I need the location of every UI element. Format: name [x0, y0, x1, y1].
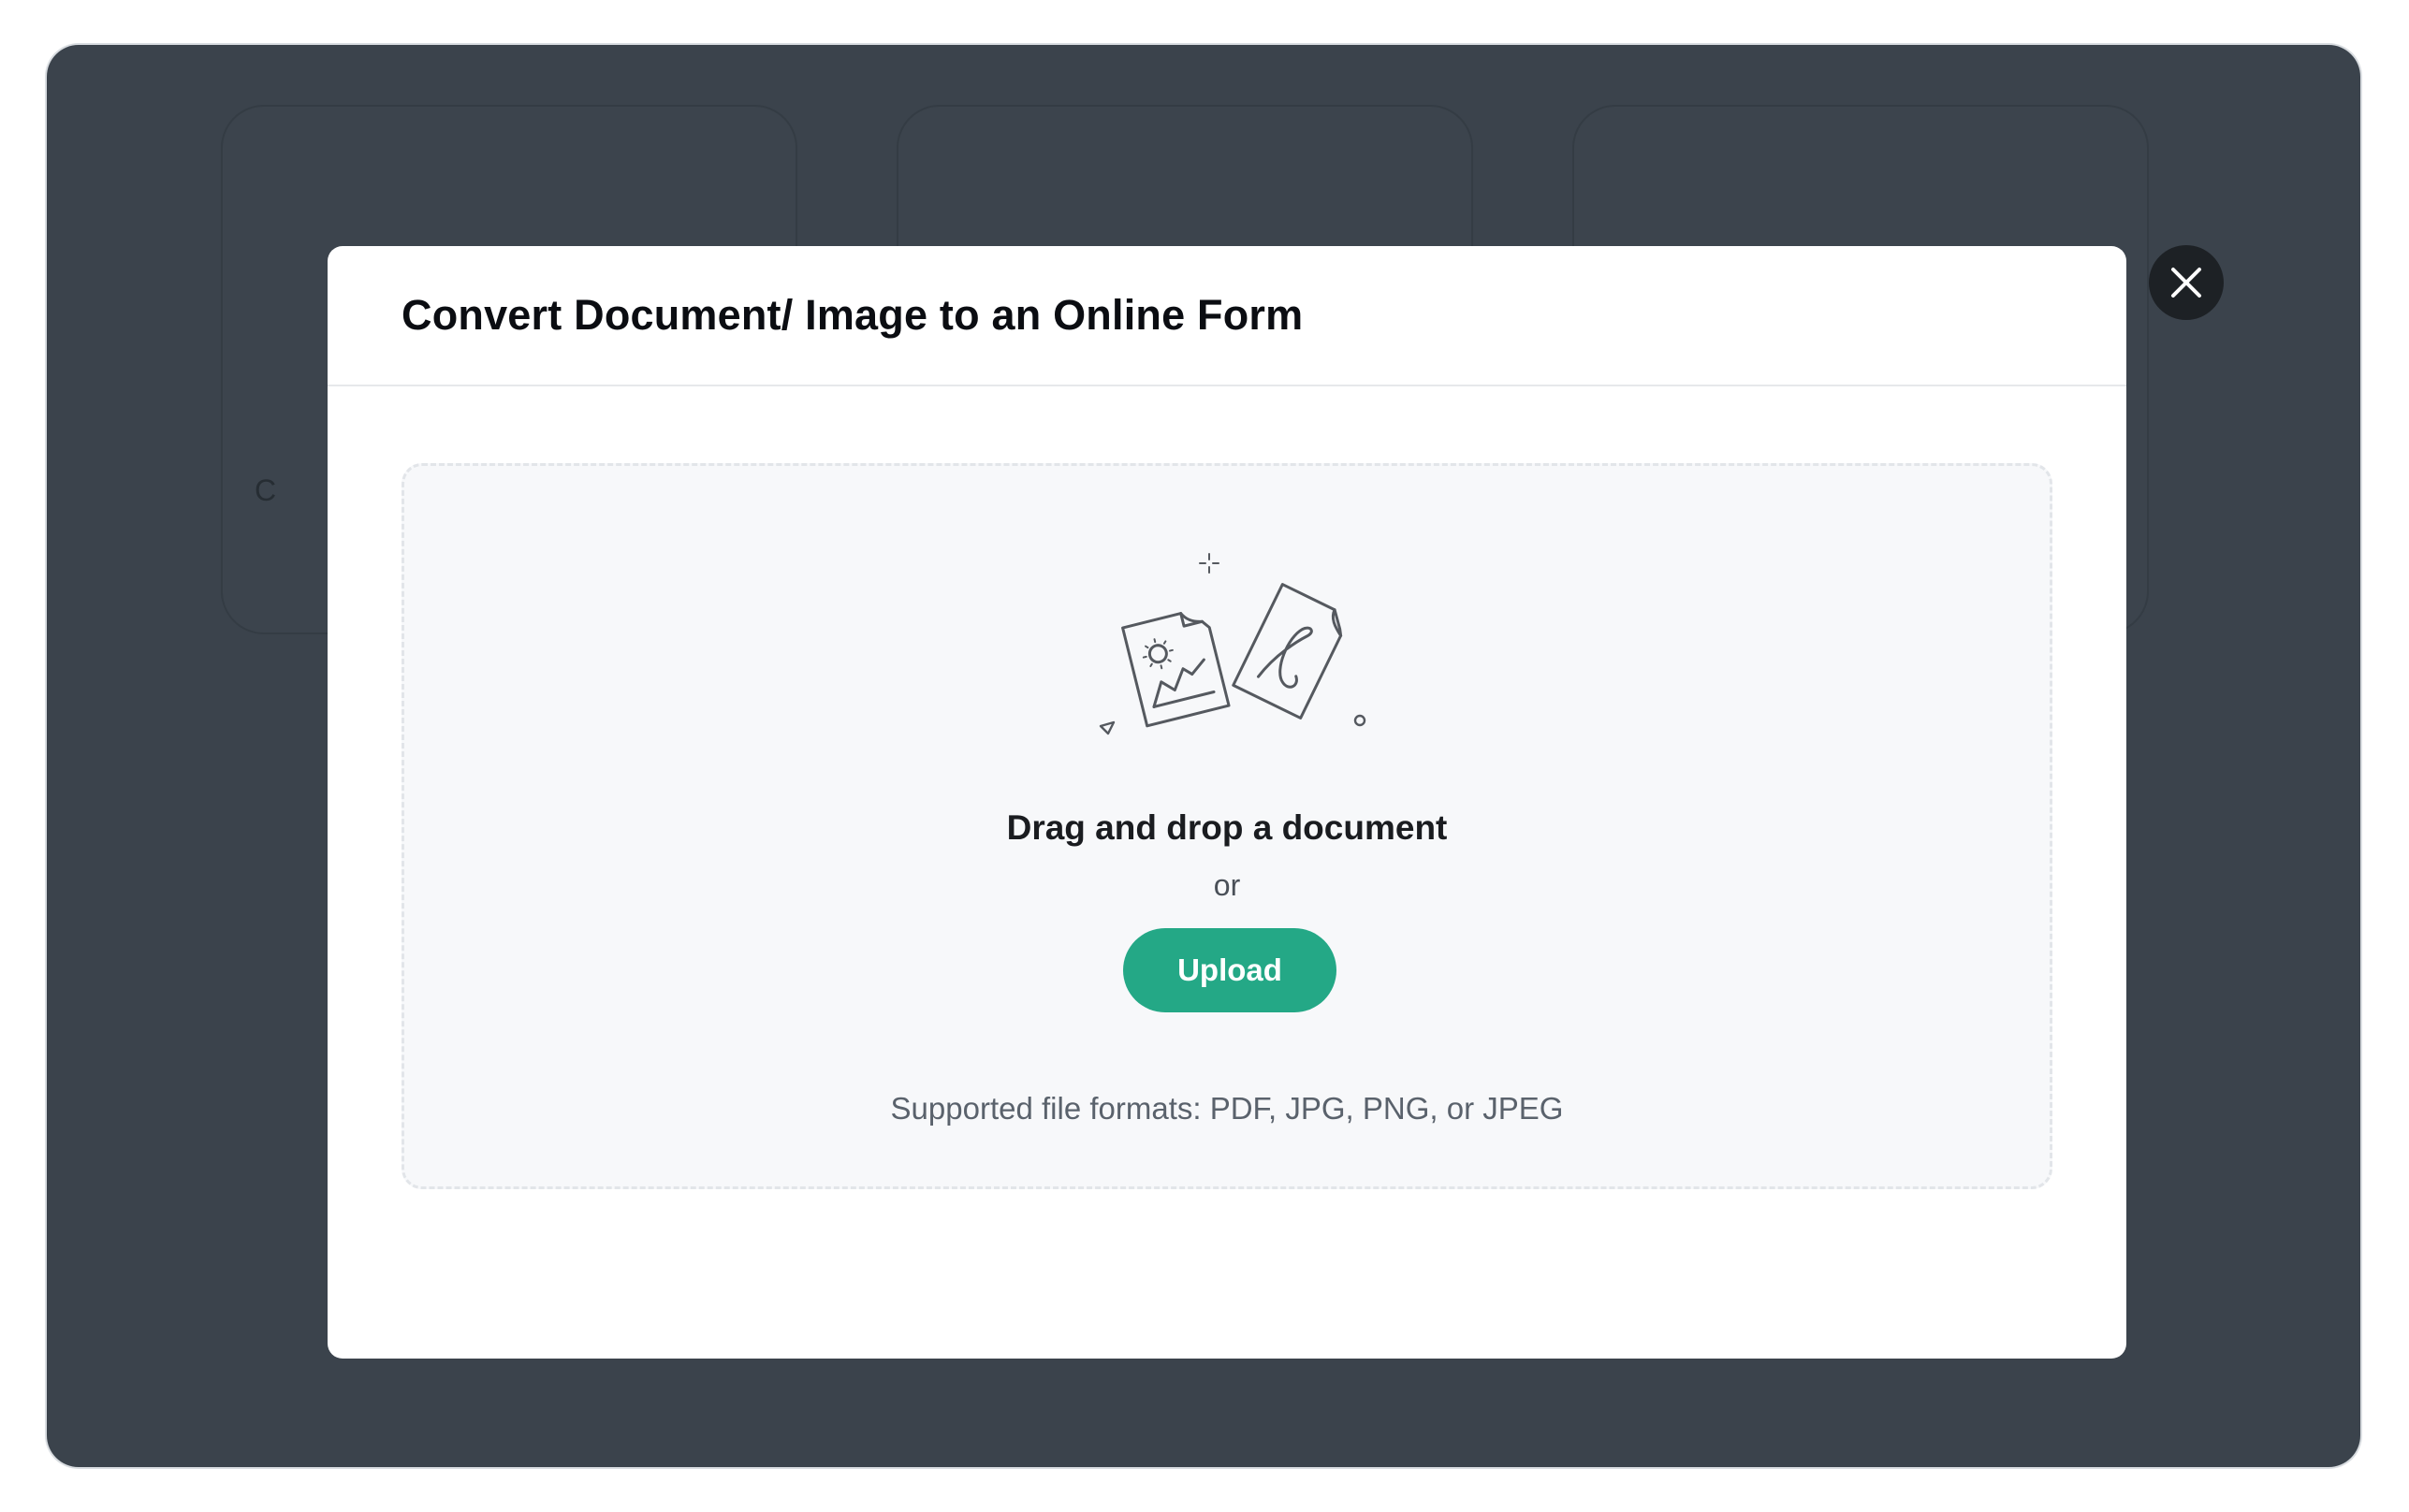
dropzone-or-text: or [1213, 868, 1241, 902]
modal-title: Convert Document/ Image to an Online For… [402, 291, 1304, 339]
background-card-label: C [255, 473, 277, 507]
file-dropzone[interactable]: Drag and drop a document or Upload Suppo… [402, 463, 2052, 1189]
dropzone-title: Drag and drop a document [1006, 808, 1448, 847]
convert-document-modal: Convert Document/ Image to an Online For… [328, 246, 2126, 1359]
close-button[interactable] [2149, 245, 2224, 320]
upload-button[interactable]: Upload [1123, 928, 1336, 1012]
app-frame: C t Convert Document/ Image to an Online… [47, 45, 2360, 1467]
supported-formats-note: Supported file formats: PDF, JPG, PNG, o… [890, 1091, 1564, 1126]
modal-header: Convert Document/ Image to an Online For… [328, 246, 2126, 386]
documents-upload-illustration-icon [1099, 553, 1366, 735]
close-icon [2171, 268, 2201, 298]
